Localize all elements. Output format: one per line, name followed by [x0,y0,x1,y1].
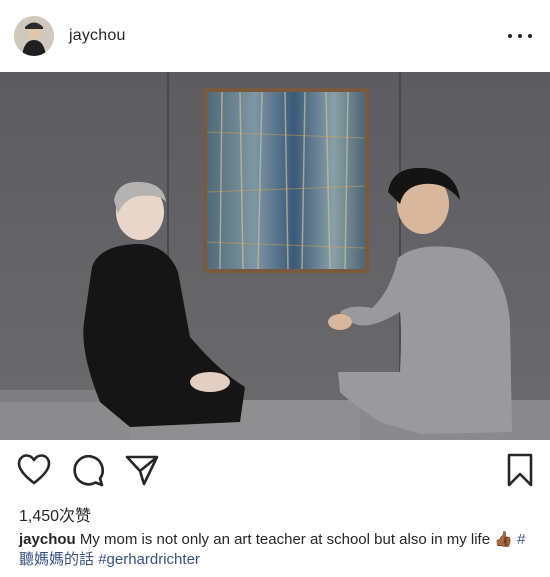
heart-icon[interactable] [16,452,52,488]
more-dot [528,34,532,38]
caption-username[interactable]: jaychou [19,531,76,548]
post-photo-image [0,72,550,440]
avatar[interactable] [14,16,54,56]
caption-text: My mom is not only an art teacher at sch… [79,531,491,548]
post-header: jaychou [0,0,550,72]
caption: jaychou My mom is not only an art teache… [19,530,534,570]
comment-icon[interactable] [70,452,106,488]
post-photo[interactable] [0,72,550,440]
avatar-image [14,16,54,56]
more-dot [518,34,522,38]
more-options-icon[interactable] [508,28,532,44]
thumbs-up-emoji: 👍🏾 [494,531,513,548]
post-username[interactable]: jaychou [69,27,126,45]
likes-count[interactable]: 1,450次赞 [19,502,91,526]
bookmark-icon[interactable] [502,452,538,488]
hashtag-link[interactable]: #gerhardrichter [98,551,200,568]
more-dot [508,34,512,38]
action-bar [0,452,550,492]
direct-share-icon[interactable] [124,452,160,488]
